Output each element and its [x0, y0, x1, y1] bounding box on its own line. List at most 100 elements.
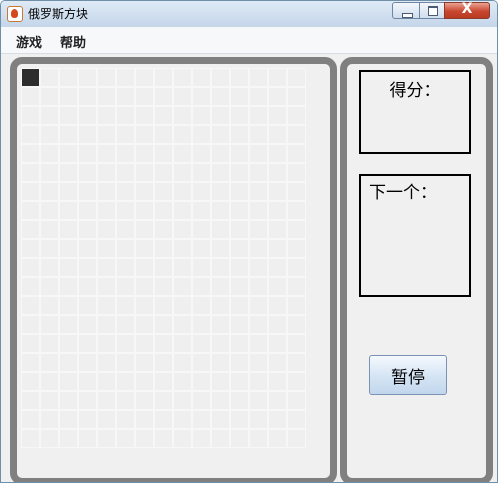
grid-cell	[135, 106, 154, 125]
grid-cell	[287, 353, 306, 372]
grid-cell	[97, 144, 116, 163]
grid-cell	[249, 277, 268, 296]
grid-cell	[287, 296, 306, 315]
grid-cell	[116, 391, 135, 410]
pause-button[interactable]: 暂停	[369, 355, 447, 395]
grid-cell	[211, 391, 230, 410]
grid-cell	[78, 258, 97, 277]
grid-cell	[268, 410, 287, 429]
grid-cell	[135, 315, 154, 334]
grid-cell	[154, 258, 173, 277]
grid-cell	[287, 163, 306, 182]
grid-cell	[21, 239, 40, 258]
grid-cell	[287, 391, 306, 410]
grid-cell	[78, 334, 97, 353]
grid-cell	[173, 125, 192, 144]
grid-cell	[173, 372, 192, 391]
grid-cell	[230, 334, 249, 353]
grid-cell	[135, 87, 154, 106]
grid-cell	[287, 334, 306, 353]
grid-cell	[192, 106, 211, 125]
grid-cell	[97, 429, 116, 448]
grid-cell	[116, 315, 135, 334]
grid-cell	[154, 239, 173, 258]
grid-cell	[135, 163, 154, 182]
title-bar[interactable]: 俄罗斯方块 X	[1, 1, 497, 27]
grid-cell	[268, 353, 287, 372]
grid-cell	[287, 410, 306, 429]
grid-cell	[40, 106, 59, 125]
grid-cell	[173, 353, 192, 372]
grid-cell	[173, 144, 192, 163]
grid-cell	[287, 68, 306, 87]
grid-cell	[59, 315, 78, 334]
grid-cell	[211, 353, 230, 372]
menu-bar: 游戏 帮助	[1, 27, 497, 54]
grid-cell	[21, 334, 40, 353]
grid-cell	[116, 429, 135, 448]
grid-cell	[97, 334, 116, 353]
minimize-button[interactable]	[392, 2, 420, 19]
grid-cell	[78, 163, 97, 182]
grid-cell	[249, 144, 268, 163]
grid-cell	[116, 334, 135, 353]
grid-cell	[230, 144, 249, 163]
grid-cell	[40, 220, 59, 239]
grid-cell	[268, 68, 287, 87]
grid-cell	[21, 201, 40, 220]
grid-cell	[154, 334, 173, 353]
grid-cell	[40, 68, 59, 87]
grid-cell	[135, 372, 154, 391]
grid-cell	[40, 334, 59, 353]
grid-cell	[192, 334, 211, 353]
grid-cell	[135, 144, 154, 163]
grid-cell	[268, 277, 287, 296]
next-piece-label: 下一个：	[369, 183, 437, 203]
grid-cell	[268, 391, 287, 410]
grid-cell	[21, 296, 40, 315]
grid-cell	[173, 87, 192, 106]
grid-cell	[211, 258, 230, 277]
grid-cell	[192, 277, 211, 296]
grid-cell	[116, 258, 135, 277]
grid-cell	[287, 315, 306, 334]
grid-cell	[268, 220, 287, 239]
menu-game[interactable]: 游戏	[16, 32, 42, 51]
grid-cell	[173, 277, 192, 296]
grid-cell	[154, 106, 173, 125]
grid-cell	[116, 372, 135, 391]
maximize-button[interactable]	[419, 2, 445, 19]
grid-cell	[116, 68, 135, 87]
grid-cell	[21, 315, 40, 334]
grid-cell	[59, 391, 78, 410]
grid-cell	[249, 391, 268, 410]
grid-cell	[78, 410, 97, 429]
grid-cell	[97, 391, 116, 410]
grid-cell	[40, 163, 59, 182]
grid-cell	[154, 201, 173, 220]
grid-cell	[154, 353, 173, 372]
close-button[interactable]: X	[444, 1, 490, 19]
grid-cell	[287, 201, 306, 220]
grid-cell	[211, 163, 230, 182]
grid-cell	[268, 239, 287, 258]
grid-cell	[135, 277, 154, 296]
grid-cell	[249, 372, 268, 391]
grid-cell	[78, 182, 97, 201]
menu-help[interactable]: 帮助	[60, 32, 86, 51]
grid-cell	[21, 372, 40, 391]
grid-cell	[249, 163, 268, 182]
grid-cell	[116, 353, 135, 372]
grid-cell	[135, 258, 154, 277]
grid-cell	[40, 372, 59, 391]
grid-cell	[40, 182, 59, 201]
grid-cell	[116, 87, 135, 106]
grid-cell	[249, 429, 268, 448]
window-title: 俄罗斯方块	[28, 7, 89, 21]
grid-cell	[97, 201, 116, 220]
grid-cell	[173, 182, 192, 201]
grid-cell	[154, 68, 173, 87]
grid-cell	[192, 258, 211, 277]
grid-cell	[78, 391, 97, 410]
grid-cell	[97, 125, 116, 144]
